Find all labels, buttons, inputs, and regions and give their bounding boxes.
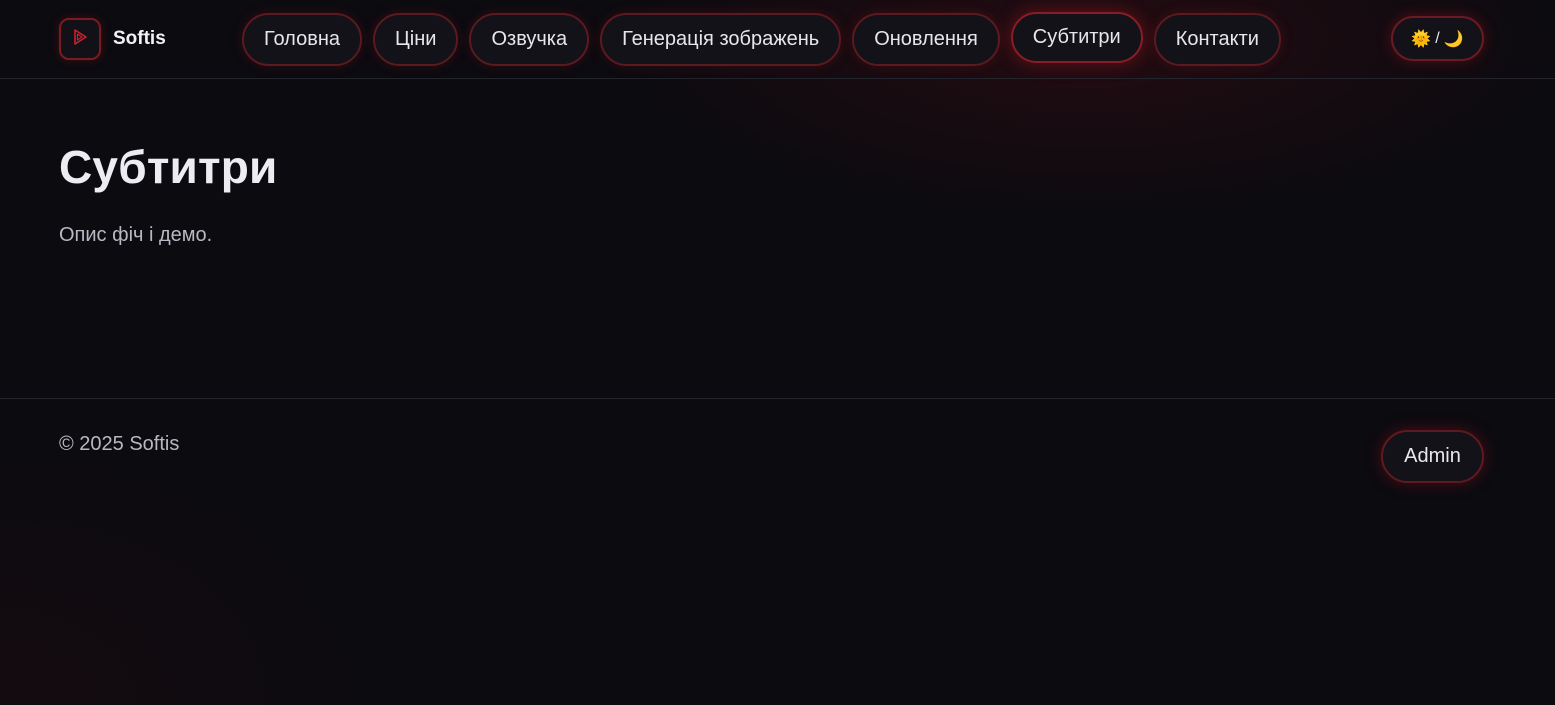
nav-item-pricing[interactable]: Ціни <box>373 13 459 66</box>
nav-item-voiceover[interactable]: Озвучка <box>469 13 590 66</box>
page-description: Опис фіч і демо. <box>59 224 213 246</box>
nav-item-subtitles[interactable]: Субтитри <box>1010 12 1143 63</box>
page-title: Субтитри <box>59 141 278 193</box>
theme-toggle-button[interactable]: 🌞 / 🌙 <box>1391 16 1484 61</box>
brand[interactable]: Softis <box>59 18 166 60</box>
footer: © 2025 Softis Admin <box>0 398 1555 705</box>
nav-item-image-generation[interactable]: Генерація зображень <box>600 13 842 66</box>
sun-icon: 🌞 <box>1411 30 1432 48</box>
moon-icon: 🌙 <box>1443 30 1464 48</box>
main-nav: Головна Ціни Озвучка Генерація зображень… <box>242 12 1281 66</box>
nav-item-updates[interactable]: Оновлення <box>852 13 1000 66</box>
nav-item-home[interactable]: Головна <box>242 13 362 66</box>
logo[interactable] <box>59 18 101 60</box>
brand-name: Softis <box>113 28 166 49</box>
theme-separator: / <box>1435 29 1440 47</box>
copyright-text: © 2025 Softis <box>59 433 180 455</box>
nav-item-contacts[interactable]: Контакти <box>1153 13 1281 66</box>
top-navbar: Softis Головна Ціни Озвучка Генерація зо… <box>0 0 1555 79</box>
admin-button[interactable]: Admin <box>1381 430 1484 483</box>
play-icon <box>69 26 91 53</box>
